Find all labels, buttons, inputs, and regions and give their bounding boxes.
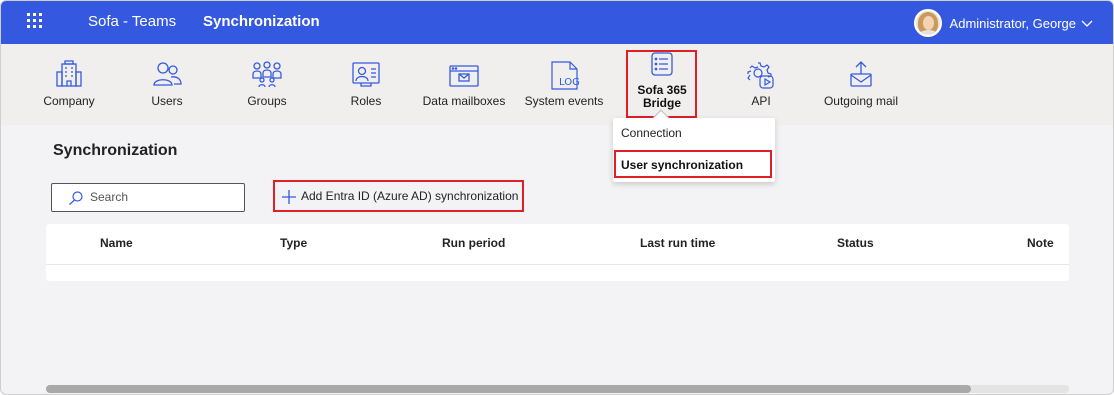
page-name: Synchronization	[203, 13, 320, 30]
column-header-last-run-time[interactable]: Last run time	[640, 236, 715, 250]
toolbar-api[interactable]: API	[743, 60, 779, 108]
toolbar-label: System events	[524, 94, 604, 108]
toolbar-label: Groups	[247, 94, 287, 108]
app-window: Sofa - Teams Synchronization Administrat…	[0, 0, 1114, 395]
column-header-run-period[interactable]: Run period	[442, 236, 505, 250]
search-icon	[69, 191, 83, 205]
toolbar-roles[interactable]: Roles	[349, 60, 383, 108]
toolbar-system-events[interactable]: LOG System events	[523, 60, 605, 108]
top-bar: Sofa - Teams Synchronization Administrat…	[1, 1, 1113, 44]
search-input[interactable]: Search	[51, 183, 245, 212]
toolbar-label: API	[751, 94, 771, 108]
column-header-note[interactable]: Note	[1027, 236, 1054, 250]
roles-icon	[352, 62, 380, 87]
users-icon	[153, 62, 182, 86]
groups-icon	[252, 61, 282, 88]
column-header-name[interactable]: Name	[100, 236, 133, 250]
app-name[interactable]: Sofa - Teams	[88, 13, 176, 30]
scrollbar-thumb[interactable]	[46, 385, 971, 393]
toolbar-company[interactable]: Company	[41, 60, 97, 108]
sync-table: Name Type Run period Last run time Statu…	[46, 224, 1069, 281]
horizontal-scrollbar[interactable]	[46, 385, 1069, 393]
toolbar-label: Data mailboxes	[422, 94, 506, 108]
search-placeholder: Search	[90, 190, 129, 204]
add-sync-button[interactable]: Add Entra ID (Azure AD) synchronization	[273, 180, 524, 212]
toolbar-users[interactable]: Users	[147, 60, 187, 108]
toolbar-label: Company	[43, 94, 95, 108]
toolbar-outgoing-mail[interactable]: Outgoing mail	[821, 60, 901, 108]
app-launcher-icon[interactable]	[27, 13, 45, 31]
column-header-status[interactable]: Status	[837, 236, 874, 250]
column-header-type[interactable]: Type	[280, 236, 307, 250]
toolbar-data-mailboxes[interactable]: Data mailboxes	[421, 60, 507, 108]
page-title: Synchronization	[53, 142, 178, 159]
avatar	[913, 9, 942, 37]
add-sync-button-label: Add Entra ID (Azure AD) synchronization	[301, 189, 519, 203]
toolbar: Company Users Groups Roles Data mailboxe…	[1, 44, 1113, 125]
log-icon: LOG	[551, 61, 580, 90]
svg-text:LOG: LOG	[559, 77, 580, 88]
menu-item-connection[interactable]: Connection	[621, 126, 682, 140]
building-icon	[56, 60, 82, 87]
toolbar-label: Roles	[350, 94, 382, 108]
outgoing-mail-icon	[850, 61, 872, 87]
toolbar-groups[interactable]: Groups	[244, 60, 290, 108]
toolbar-label: Users	[151, 94, 183, 108]
highlight-box-user-sync	[614, 150, 772, 178]
table-header-divider	[46, 264, 1069, 265]
gear-play-icon	[747, 62, 774, 89]
highlight-box-bridge	[626, 50, 697, 118]
user-menu[interactable]: Administrator, George	[913, 9, 1093, 37]
toolbar-label: Outgoing mail	[823, 94, 899, 108]
plus-icon	[282, 190, 296, 204]
mailbox-icon	[449, 65, 479, 87]
chevron-down-icon	[1081, 20, 1093, 27]
user-name: Administrator, George	[949, 15, 1076, 31]
